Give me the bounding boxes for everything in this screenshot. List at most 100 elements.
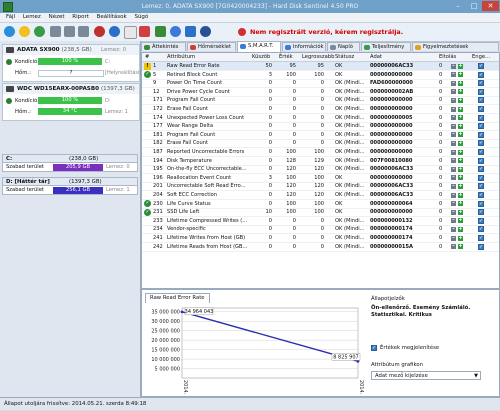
- decrease-offset-button[interactable]: –: [451, 235, 456, 241]
- enable-checkbox[interactable]: ✓: [478, 217, 484, 224]
- decrease-offset-button[interactable]: –: [451, 192, 456, 198]
- col-offset[interactable]: Eltolás: [439, 54, 456, 60]
- drive-card-0[interactable]: ADATA SX900 (238,5 GB) Lemez: 0 Kondíció…: [2, 44, 141, 82]
- enable-checkbox[interactable]: ✓: [478, 131, 484, 138]
- enable-checkbox[interactable]: ✓: [478, 200, 484, 207]
- acoustic-icon[interactable]: [78, 26, 89, 37]
- increase-offset-button[interactable]: +: [458, 89, 463, 95]
- web-icon[interactable]: [109, 26, 120, 37]
- decrease-offset-button[interactable]: –: [451, 226, 456, 232]
- increase-offset-button[interactable]: +: [458, 63, 463, 69]
- enable-checkbox[interactable]: ✓: [478, 71, 484, 78]
- enable-checkbox[interactable]: ✓: [478, 243, 484, 250]
- surface-test-icon[interactable]: [34, 26, 45, 37]
- increase-offset-button[interactable]: +: [458, 166, 463, 172]
- enable-checkbox[interactable]: ✓: [478, 235, 484, 241]
- decrease-offset-button[interactable]: –: [451, 201, 456, 207]
- menu-report[interactable]: Riport: [72, 13, 89, 22]
- enable-checkbox[interactable]: ✓: [478, 114, 484, 121]
- menu-help[interactable]: Súgó: [134, 13, 148, 22]
- enable-checkbox[interactable]: ✓: [478, 226, 484, 233]
- increase-offset-button[interactable]: +: [458, 123, 463, 129]
- decrease-offset-button[interactable]: –: [451, 132, 456, 138]
- settings-icon[interactable]: [139, 26, 150, 37]
- increase-offset-button[interactable]: +: [458, 72, 463, 78]
- about-icon[interactable]: [200, 26, 211, 37]
- attribute-graph-select[interactable]: Adat mező kijelzése ▼: [371, 371, 481, 380]
- enable-checkbox[interactable]: ✓: [478, 106, 484, 112]
- decrease-offset-button[interactable]: –: [451, 158, 456, 164]
- col-data[interactable]: Adat: [370, 54, 382, 60]
- decrease-offset-button[interactable]: –: [451, 149, 456, 155]
- tab-temperature[interactable]: Hőmérséklet: [187, 42, 236, 51]
- increase-offset-button[interactable]: +: [458, 149, 463, 155]
- enable-checkbox[interactable]: ✓: [478, 149, 484, 155]
- increase-offset-button[interactable]: +: [458, 209, 463, 215]
- enable-checkbox[interactable]: ✓: [478, 174, 484, 181]
- menu-settings[interactable]: Beállítások: [97, 13, 127, 22]
- schedule-icon[interactable]: [155, 26, 166, 37]
- close-button[interactable]: ✕: [482, 1, 499, 11]
- maximize-button[interactable]: □: [466, 1, 482, 11]
- help-icon[interactable]: [185, 26, 196, 37]
- increase-offset-button[interactable]: +: [458, 158, 463, 164]
- tab-smart[interactable]: S.M.A.R.T.: [237, 41, 281, 52]
- increase-offset-button[interactable]: +: [458, 97, 463, 103]
- tab-alerts[interactable]: Figyelmeztetések: [412, 42, 499, 51]
- minimize-button[interactable]: –: [450, 1, 466, 11]
- tab-overview[interactable]: Áttekintés: [141, 42, 186, 51]
- col-number[interactable]: #: [145, 54, 149, 60]
- enable-checkbox[interactable]: ✓: [478, 97, 484, 104]
- show-values-checkbox[interactable]: ✓: [371, 345, 377, 351]
- decrease-offset-button[interactable]: –: [451, 209, 456, 215]
- increase-offset-button[interactable]: +: [458, 106, 463, 112]
- menu-view[interactable]: Nézet: [49, 13, 65, 22]
- decrease-offset-button[interactable]: –: [451, 166, 456, 172]
- increase-offset-button[interactable]: +: [458, 218, 463, 224]
- increase-offset-button[interactable]: +: [458, 226, 463, 232]
- tab-performance[interactable]: Teljesítmény: [361, 42, 411, 51]
- col-enable[interactable]: Enge...: [472, 54, 490, 60]
- increase-offset-button[interactable]: +: [458, 132, 463, 138]
- decrease-offset-button[interactable]: –: [451, 80, 456, 86]
- decrease-offset-button[interactable]: –: [451, 89, 456, 95]
- enable-checkbox[interactable]: ✓: [478, 166, 484, 173]
- tab-log[interactable]: Napló: [327, 42, 360, 51]
- decrease-offset-button[interactable]: –: [451, 97, 456, 103]
- increase-offset-button[interactable]: +: [458, 183, 463, 189]
- increase-offset-button[interactable]: +: [458, 140, 463, 146]
- enable-checkbox[interactable]: ✓: [478, 63, 484, 69]
- enable-checkbox[interactable]: ✓: [478, 209, 484, 216]
- increase-offset-button[interactable]: +: [458, 244, 463, 250]
- enable-checkbox[interactable]: ✓: [478, 140, 484, 147]
- enable-checkbox[interactable]: ✓: [478, 192, 484, 198]
- menu-disk[interactable]: Lemez: [23, 13, 41, 22]
- enable-checkbox[interactable]: ✓: [478, 157, 484, 164]
- increase-offset-button[interactable]: +: [458, 80, 463, 86]
- decrease-offset-button[interactable]: –: [451, 140, 456, 146]
- mail-icon[interactable]: [124, 26, 137, 39]
- col-status[interactable]: Státusz: [335, 54, 354, 60]
- info-icon[interactable]: [170, 26, 181, 37]
- decrease-offset-button[interactable]: –: [451, 175, 456, 181]
- table-row[interactable]: 242 Lifetime Reads from Host (GB... 0 0 0 OK …: [142, 243, 499, 252]
- decrease-offset-button[interactable]: –: [451, 123, 456, 129]
- col-worst[interactable]: Legrosszabb: [302, 54, 334, 60]
- decrease-offset-button[interactable]: –: [451, 183, 456, 189]
- increase-offset-button[interactable]: +: [458, 115, 463, 121]
- decrease-offset-button[interactable]: –: [451, 63, 456, 69]
- report-icon[interactable]: [94, 26, 105, 37]
- increase-offset-button[interactable]: +: [458, 192, 463, 198]
- col-value[interactable]: Érték: [279, 54, 293, 60]
- increase-offset-button[interactable]: +: [458, 175, 463, 181]
- enable-checkbox[interactable]: ✓: [478, 183, 484, 190]
- col-attribute[interactable]: Attribútum: [167, 54, 195, 60]
- decrease-offset-button[interactable]: –: [451, 218, 456, 224]
- disk-check-icon[interactable]: [19, 26, 30, 37]
- refresh-icon[interactable]: [4, 26, 15, 37]
- col-threshold[interactable]: Küszöb: [252, 54, 270, 60]
- decrease-offset-button[interactable]: –: [451, 244, 456, 250]
- chart-tab[interactable]: Raw Read Error Rate: [145, 293, 210, 303]
- decrease-offset-button[interactable]: –: [451, 106, 456, 112]
- decrease-offset-button[interactable]: –: [451, 115, 456, 121]
